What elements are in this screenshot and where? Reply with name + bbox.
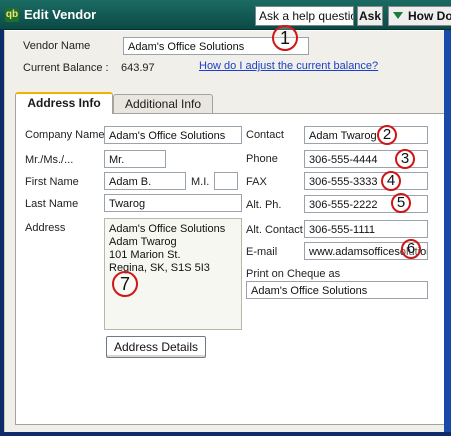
edit-vendor-window: qb Edit Vendor Ask a help question Ask H… [0,0,451,436]
last-name-field[interactable]: Twarog [104,194,242,212]
adjust-balance-link[interactable]: How do I adjust the current balance? [199,59,378,73]
fax-label: FAX [246,176,267,188]
callout-5: 5 [391,193,411,213]
triangle-down-icon [393,12,403,19]
address-line-street: 101 Marion St. [109,249,181,261]
print-cheque-field[interactable]: Adam's Office Solutions [246,281,428,299]
address-details-button[interactable]: Address Details [106,336,206,358]
contact-field[interactable]: Adam Twarog [304,126,428,144]
company-name-label: Company Name [25,129,105,141]
salutation-field[interactable]: Mr. [104,150,166,168]
current-balance-label: Current Balance : [23,62,109,74]
salutation-label: Mr./Ms./... [25,154,74,166]
app-icon: qb [5,8,19,22]
alt-contact-field[interactable]: 306-555-1111 [304,220,428,238]
callout-4: 4 [381,171,401,191]
how-do-i-label: How Do [408,9,451,23]
address-line-company: Adam's Office Solutions [109,223,226,235]
last-name-label: Last Name [25,198,79,210]
address-info-panel: Company Name Adam's Office Solutions Mr.… [15,113,447,425]
address-line-contact: Adam Twarog [109,236,177,248]
scrollbar[interactable] [444,30,451,432]
callout-2: 2 [377,125,397,145]
first-name-label: First Name [25,176,79,188]
tab-address-info[interactable]: Address Info [15,92,113,114]
how-do-i-button[interactable]: How Do [388,6,451,26]
callout-3: 3 [395,149,415,169]
window-title: Edit Vendor [24,7,97,22]
callout-1: 1 [272,25,298,51]
alt-phone-label: Alt. Ph. [246,199,282,211]
first-name-field[interactable]: Adam B. [104,172,186,190]
email-label: E-mail [246,246,278,258]
vendor-dialog: Vendor Name Adam's Office Solutions Curr… [4,25,451,432]
print-cheque-label: Print on Cheque as [246,268,341,280]
tab-additional-info[interactable]: Additional Info [113,94,213,114]
tab-address-info-label: Address Info [27,96,101,110]
alt-contact-label: Alt. Contact [246,224,303,236]
help-question-input[interactable]: Ask a help question [255,6,354,26]
company-name-field[interactable]: Adam's Office Solutions [104,126,242,144]
ask-button[interactable]: Ask [357,6,383,26]
mi-field[interactable] [214,172,238,190]
contact-label: Contact [246,129,284,141]
title-bar: qb Edit Vendor Ask a help question Ask H… [0,0,451,30]
callout-7: 7 [112,271,138,297]
phone-label: Phone [246,153,278,165]
address-label: Address [25,222,66,234]
tab-additional-info-label: Additional Info [124,97,202,111]
callout-6: 6 [401,239,421,259]
current-balance-value: 643.97 [121,62,155,74]
mi-label: M.I. [191,176,210,188]
fax-field[interactable]: 306-555-3333 [304,172,428,190]
vendor-name-label: Vendor Name [23,40,91,52]
